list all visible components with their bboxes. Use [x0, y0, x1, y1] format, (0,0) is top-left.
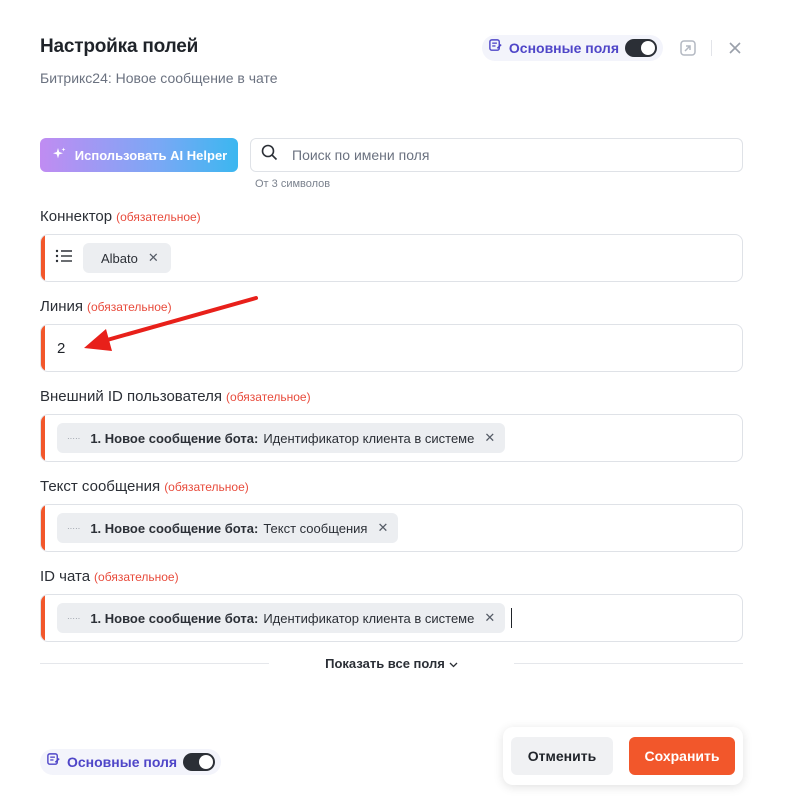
- footer-main-fields-switch[interactable]: [183, 753, 216, 771]
- save-button[interactable]: Сохранить: [629, 737, 735, 775]
- line-field[interactable]: 2: [40, 324, 743, 372]
- show-all-label: Показать все поля: [325, 655, 445, 671]
- chip-remove-icon[interactable]: ✕: [484, 430, 495, 446]
- main-fields-toggle[interactable]: Основные поля: [481, 35, 663, 61]
- chip-step: 1. Новое сообщение бота:: [90, 430, 259, 446]
- text-caret: [511, 608, 513, 628]
- chip-remove-icon[interactable]: ✕: [148, 250, 159, 266]
- header-divider: [711, 40, 712, 56]
- header-controls: Основные поля: [481, 35, 746, 61]
- required-marker: (обязательное): [87, 300, 172, 314]
- chip-remove-icon[interactable]: ✕: [377, 520, 388, 536]
- cancel-button[interactable]: Отменить: [511, 737, 613, 775]
- field-label-external-user-id: Внешний ID пользователя (обязательное): [40, 388, 311, 405]
- action-bar: Отменить Сохранить: [503, 727, 743, 785]
- external-user-id-field[interactable]: ····· 1. Новое сообщение бота: Идентифик…: [40, 414, 743, 462]
- message-text-field[interactable]: ····· 1. Новое сообщение бота: Текст соо…: [40, 504, 743, 552]
- chip-text: Идентификатор клиента в системе: [263, 430, 475, 446]
- chip-remove-icon[interactable]: ✕: [484, 610, 495, 626]
- footer-toggle-container: Основные поля: [40, 749, 222, 775]
- fields-settings-icon: [488, 38, 503, 58]
- variable-icon: ·····: [67, 523, 81, 533]
- main-fields-toggle-label: Основные поля: [508, 40, 619, 56]
- chip-text: Идентификатор клиента в системе: [263, 610, 475, 626]
- page-subtitle: Битрикс24: Новое сообщение в чате: [40, 70, 278, 86]
- chip-text: Albato: [101, 250, 138, 266]
- field-label-message-text: Текст сообщения (обязательное): [40, 478, 249, 495]
- field-label-chat-id: ID чата (обязательное): [40, 568, 179, 585]
- variable-chip[interactable]: ····· 1. Новое сообщение бота: Текст соо…: [57, 513, 399, 543]
- chat-id-field[interactable]: ····· 1. Новое сообщение бота: Идентифик…: [40, 594, 743, 642]
- footer-toggle-label: Основные поля: [67, 754, 178, 770]
- field-label-line: Линия (обязательное): [40, 298, 172, 315]
- divider: [40, 662, 270, 664]
- ai-helper-label: Использовать AI Helper: [74, 147, 228, 163]
- chevron-down-icon: [449, 656, 458, 671]
- sparkle-icon: [51, 146, 67, 165]
- required-marker: (обязательное): [164, 480, 249, 494]
- variable-icon: ·····: [67, 613, 81, 623]
- variable-chip[interactable]: ····· 1. Новое сообщение бота: Идентифик…: [57, 603, 506, 633]
- show-all-fields-button[interactable]: Показать все поля: [269, 656, 514, 671]
- field-label-text: Текст сообщения: [40, 478, 161, 495]
- field-label-connector: Коннектор (обязательное): [40, 208, 201, 225]
- search-icon: [261, 144, 278, 166]
- field-label-text: Линия: [40, 298, 84, 315]
- divider: [513, 662, 744, 664]
- chip-text: Текст сообщения: [263, 520, 368, 536]
- required-marker: (обязательное): [226, 390, 311, 404]
- connector-field[interactable]: Albato ✕: [40, 234, 743, 282]
- main-fields-switch[interactable]: [625, 39, 657, 57]
- variable-chip[interactable]: ····· 1. Новое сообщение бота: Идентифик…: [57, 423, 506, 453]
- line-value: 2: [57, 339, 66, 357]
- show-all-fields: Показать все поля: [40, 652, 744, 674]
- chip-step: 1. Новое сообщение бота:: [90, 610, 259, 626]
- field-label-text: ID чата: [40, 568, 91, 585]
- ai-helper-button[interactable]: Использовать AI Helper: [40, 138, 238, 172]
- chip-step: 1. Новое сообщение бота:: [90, 520, 259, 536]
- close-icon[interactable]: [724, 37, 746, 59]
- fields-settings-icon: [46, 752, 61, 772]
- connector-chip[interactable]: Albato ✕: [83, 243, 171, 273]
- collapse-icon[interactable]: [677, 37, 699, 59]
- footer-main-fields-toggle[interactable]: Основные поля: [40, 749, 222, 775]
- field-label-text: Коннектор: [40, 208, 113, 225]
- list-icon[interactable]: [55, 249, 73, 268]
- required-marker: (обязательное): [94, 570, 179, 584]
- variable-icon: ·····: [67, 433, 81, 443]
- required-marker: (обязательное): [116, 210, 201, 224]
- search-input[interactable]: [292, 147, 712, 163]
- field-search[interactable]: [250, 138, 743, 172]
- search-hint: От 3 символов: [255, 178, 331, 190]
- field-label-text: Внешний ID пользователя: [40, 388, 223, 405]
